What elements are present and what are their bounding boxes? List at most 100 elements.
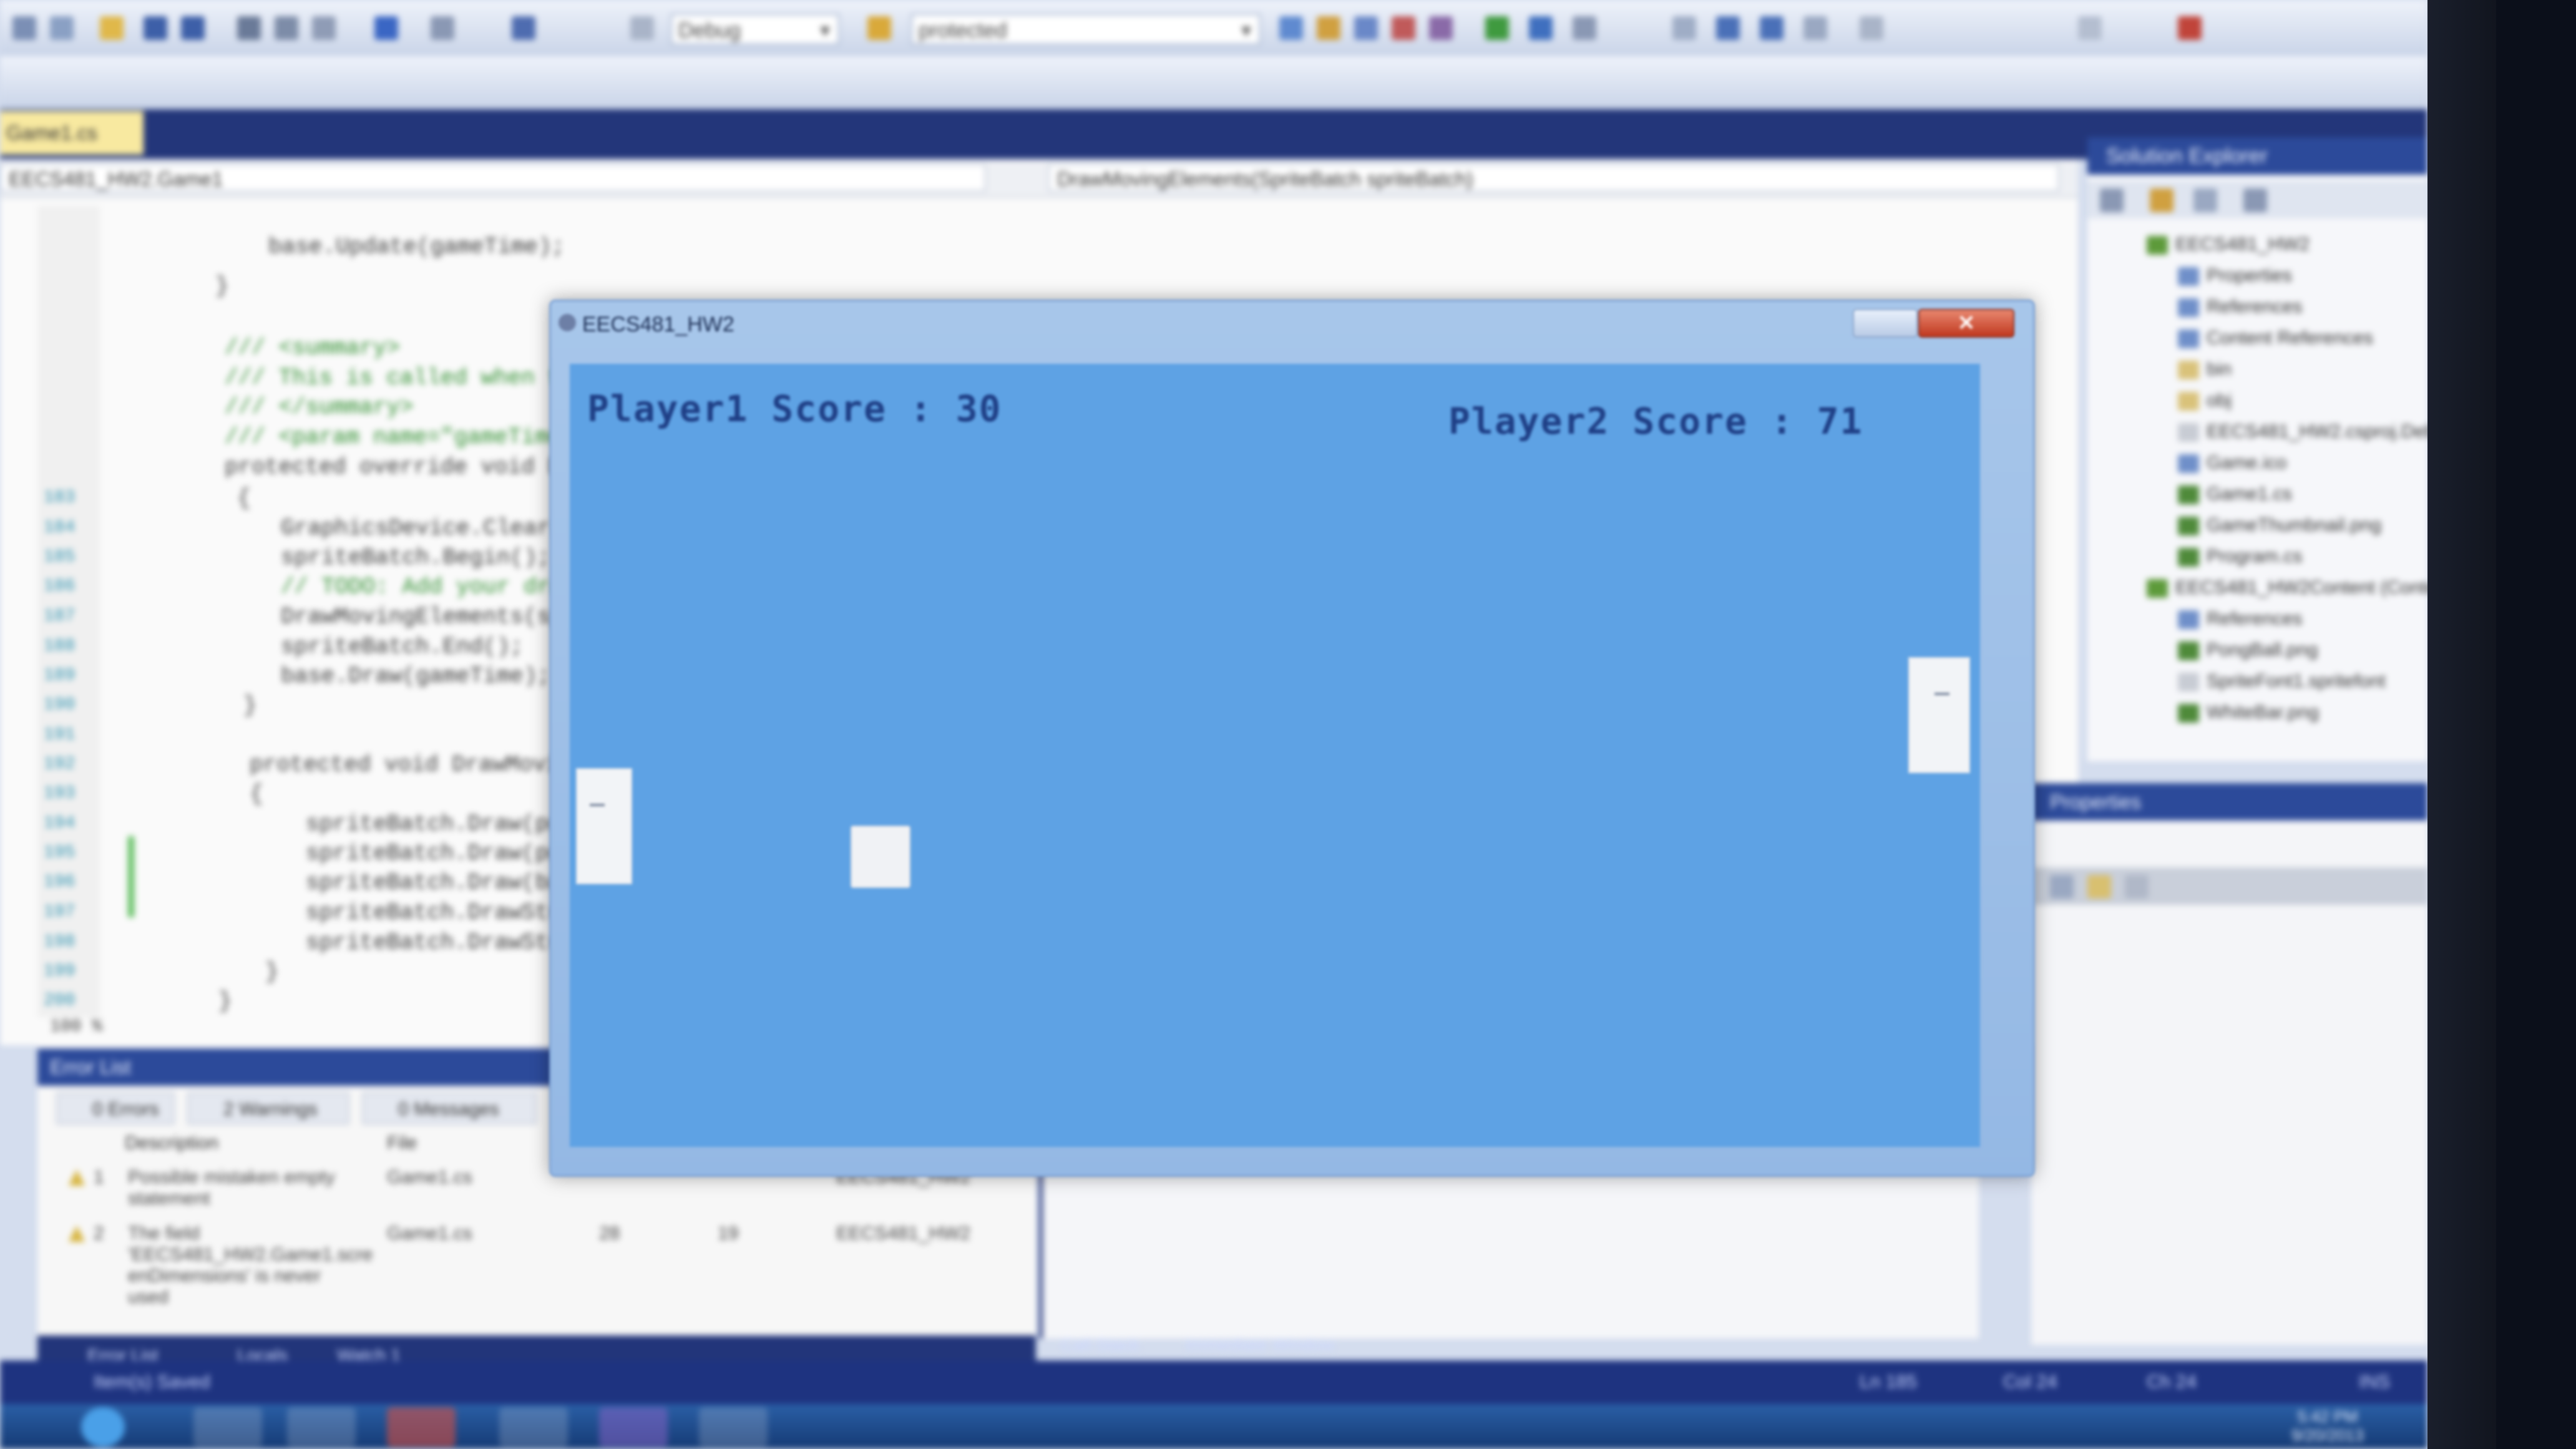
property-pages-icon[interactable] xyxy=(2125,875,2149,899)
error-row-project[interactable]: EECS481_HW2 xyxy=(836,1223,970,1244)
view-code-icon[interactable] xyxy=(2193,188,2217,212)
error-row-file[interactable]: Game1.cs xyxy=(387,1223,472,1244)
step-over-icon[interactable] xyxy=(1716,16,1740,40)
alphabetical-icon[interactable] xyxy=(2087,875,2111,899)
taskbar-explorer-icon[interactable] xyxy=(193,1407,262,1447)
solution-tree-item[interactable]: PongBall.png xyxy=(2178,640,2318,661)
close-button[interactable]: ✕ xyxy=(1918,309,2014,338)
minimize-button[interactable] xyxy=(1853,309,1918,338)
start-debug-icon[interactable] xyxy=(630,16,654,40)
refresh-icon[interactable] xyxy=(2100,188,2124,212)
solution-tree-item[interactable]: bin xyxy=(2178,359,2232,380)
code-line[interactable]: /// <summary> xyxy=(225,335,400,361)
tab-game1-cs[interactable]: Game1.cs xyxy=(0,111,144,155)
error-row-column[interactable]: 19 xyxy=(718,1223,738,1244)
code-line[interactable]: /// <param name="gameTime xyxy=(225,424,562,450)
code-line[interactable]: base.Draw(gameTime); xyxy=(281,663,550,689)
code-line[interactable]: GraphicsDevice.Clear( xyxy=(281,515,564,541)
paste-icon[interactable] xyxy=(312,16,336,40)
step-into-icon[interactable] xyxy=(1672,16,1696,40)
solution-explorer-icon[interactable] xyxy=(1279,16,1303,40)
toolbox-icon[interactable] xyxy=(1392,16,1415,40)
error-row-file[interactable]: Game1.cs xyxy=(387,1167,472,1188)
error-row-number[interactable]: 1 xyxy=(94,1167,104,1188)
copy-icon[interactable] xyxy=(275,16,298,40)
class-combo[interactable]: EECS481_HW2.Game1 xyxy=(0,164,986,192)
code-line[interactable]: { xyxy=(250,781,263,807)
add-item-icon[interactable] xyxy=(50,16,74,40)
warnings-filter-button[interactable]: 2 Warnings xyxy=(187,1092,349,1125)
tab-immediate-window[interactable]: Immediate Window xyxy=(1186,1329,1334,1360)
find-in-files-icon[interactable] xyxy=(867,16,891,40)
game-canvas[interactable]: Player1 Score : 30 Player2 Score : 71 xyxy=(570,364,1980,1147)
code-line[interactable]: { xyxy=(237,485,251,511)
solution-tree-item[interactable]: EECS481_HW2 xyxy=(2147,234,2310,255)
solution-tree-item[interactable]: GameThumbnail.png xyxy=(2178,515,2381,536)
solution-config-combo[interactable]: Debug ▼ xyxy=(671,14,839,45)
tab-call-stack[interactable]: Call Stack xyxy=(1061,1329,1139,1360)
code-line[interactable]: // TODO: Add your draw xyxy=(281,574,577,600)
solution-tree-item[interactable]: Properties xyxy=(2178,265,2292,286)
command-window-icon[interactable] xyxy=(1529,16,1553,40)
solution-tree-item[interactable]: Content References xyxy=(2178,328,2373,349)
solution-tree-item[interactable]: References xyxy=(2178,608,2302,630)
code-line[interactable]: spriteBatch.End(); xyxy=(281,634,524,660)
categorized-icon[interactable] xyxy=(2050,875,2074,899)
step-out-icon[interactable] xyxy=(1760,16,1783,40)
cut-icon[interactable] xyxy=(237,16,261,40)
undo-icon[interactable] xyxy=(374,16,398,40)
find-combo[interactable]: protected ▼ xyxy=(911,14,1261,45)
solution-tree-item[interactable]: Program.cs xyxy=(2178,546,2302,567)
solution-tree-item[interactable]: References xyxy=(2178,296,2302,318)
taskbar-game-icon[interactable] xyxy=(699,1407,768,1447)
breakpoint-icon[interactable] xyxy=(1803,16,1827,40)
code-line[interactable]: spriteBatch.Draw(ball xyxy=(306,870,589,895)
errors-filter-button[interactable]: 0 Errors xyxy=(56,1092,175,1125)
game-window[interactable]: EECS481_HW2 ✕ Player1 Score : 30 Player2… xyxy=(549,300,2035,1177)
solution-tree-item[interactable]: WhiteBar.png xyxy=(2178,702,2319,723)
bookmark-icon[interactable] xyxy=(1860,16,1883,40)
taskbar-media-icon[interactable] xyxy=(287,1407,356,1447)
code-line[interactable]: protected override void D xyxy=(225,454,562,480)
error-row-number[interactable]: 2 xyxy=(94,1223,104,1244)
error-row-description[interactable]: The field 'EECS481_HW2.Game1.scre enDime… xyxy=(128,1223,373,1308)
zoom-level[interactable]: 100 % xyxy=(50,1017,102,1037)
taskbar-clock[interactable]: 5:42 PM 9/20/2013 xyxy=(2278,1407,2378,1445)
debug-target-icon[interactable] xyxy=(2178,16,2202,40)
taskbar-chrome-icon[interactable] xyxy=(387,1407,456,1447)
hex-icon[interactable] xyxy=(2078,16,2102,40)
code-line[interactable]: spriteBatch.DrawStrin xyxy=(306,900,589,925)
open-folder-icon[interactable] xyxy=(100,16,124,40)
solution-tree-item[interactable]: obj xyxy=(2178,390,2232,411)
code-line[interactable]: /// This is called when t xyxy=(225,365,562,391)
code-line[interactable]: protected void DrawMoving xyxy=(250,752,587,778)
save-all-icon[interactable] xyxy=(181,16,205,40)
error-row-description[interactable]: Possible mistaken empty statement xyxy=(128,1167,335,1209)
navigate-icon[interactable] xyxy=(512,16,535,40)
code-line[interactable]: } xyxy=(243,693,257,718)
solution-tree-item[interactable]: SpriteFont1.spritefont xyxy=(2178,671,2386,692)
properties-icon[interactable] xyxy=(1317,16,1340,40)
solution-tree-item[interactable]: EECS481_HW2Content (Content) xyxy=(2147,577,2459,598)
code-line[interactable]: /// </summary> xyxy=(225,394,413,420)
code-line[interactable]: spriteBatch.Draw(pong xyxy=(306,841,589,866)
code-line[interactable]: } xyxy=(218,988,232,1014)
start-button[interactable] xyxy=(81,1407,125,1447)
error-row-line[interactable]: 28 xyxy=(599,1223,620,1244)
taskbar-visual-studio-icon[interactable] xyxy=(599,1407,668,1447)
messages-filter-button[interactable]: 0 Messages xyxy=(362,1092,537,1125)
show-all-files-icon[interactable] xyxy=(2150,188,2174,212)
taskbar-app-icon[interactable] xyxy=(499,1407,568,1447)
new-project-icon[interactable] xyxy=(12,16,36,40)
column-header-file[interactable]: File xyxy=(387,1133,417,1154)
solution-tree-item[interactable]: Game.ico xyxy=(2178,452,2286,474)
code-line[interactable]: } xyxy=(215,273,229,299)
solution-tree-item[interactable]: Game1.cs xyxy=(2178,484,2292,505)
other-windows-icon[interactable] xyxy=(1573,16,1596,40)
redo-icon[interactable] xyxy=(431,16,454,40)
code-line[interactable]: } xyxy=(265,959,279,985)
save-icon[interactable] xyxy=(144,16,167,40)
code-line[interactable]: spriteBatch.Draw(pong xyxy=(306,811,589,837)
code-line[interactable]: spriteBatch.DrawStrin xyxy=(306,930,589,955)
column-header-description[interactable]: Description xyxy=(125,1133,218,1154)
